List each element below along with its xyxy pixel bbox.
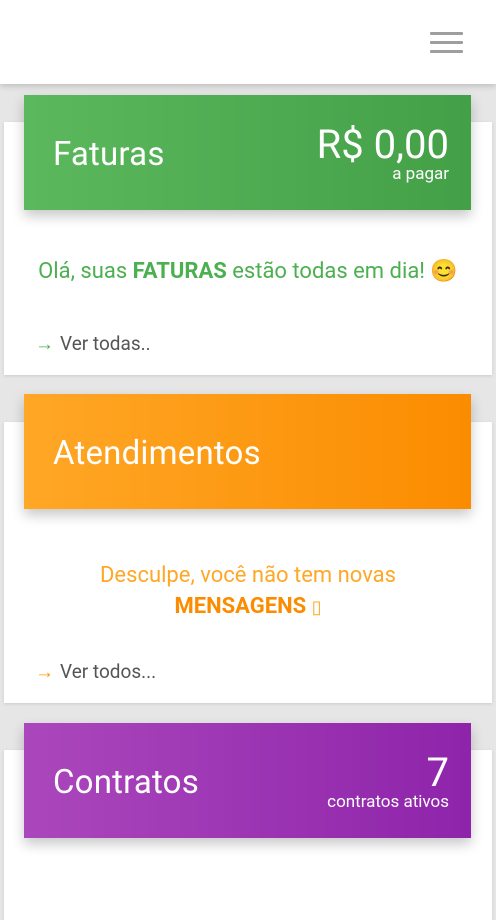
hamburger-menu-icon[interactable] [430, 32, 463, 53]
atendimentos-highlight: MENSAGENS [174, 594, 307, 619]
faturas-status-message: Olá, suas FATURAS estão todas em dia! 😊 [38, 259, 458, 284]
faturas-title: Faturas [53, 135, 165, 174]
faturas-header[interactable]: Faturas R$ 0,00 a pagar [24, 95, 471, 210]
faturas-amount: R$ 0,00 [316, 121, 449, 168]
contratos-header[interactable]: Contratos 7 contratos ativos [24, 723, 471, 838]
faturas-view-all-link[interactable]: → Ver todas.. [35, 332, 151, 356]
arrow-right-icon: → [35, 332, 54, 355]
atendimentos-status-message: Desculpe, você não tem novas MENSAGENS ▯ [99, 563, 397, 619]
contratos-title: Contratos [53, 763, 199, 802]
atendimentos-title: Atendimentos [53, 434, 261, 473]
atendimentos-view-all-link[interactable]: → Ver todos... [35, 660, 156, 684]
arrow-right-icon: → [35, 660, 54, 683]
atendimentos-header[interactable]: Atendimentos [24, 394, 471, 509]
faturas-highlight: FATURAS [132, 259, 227, 284]
smile-icon: 😊 [430, 259, 458, 284]
top-app-bar [0, 0, 496, 84]
message-symbol-icon: ▯ [311, 597, 322, 618]
contratos-count: 7 [426, 749, 449, 796]
contratos-count-caption: contratos ativos [327, 792, 449, 812]
